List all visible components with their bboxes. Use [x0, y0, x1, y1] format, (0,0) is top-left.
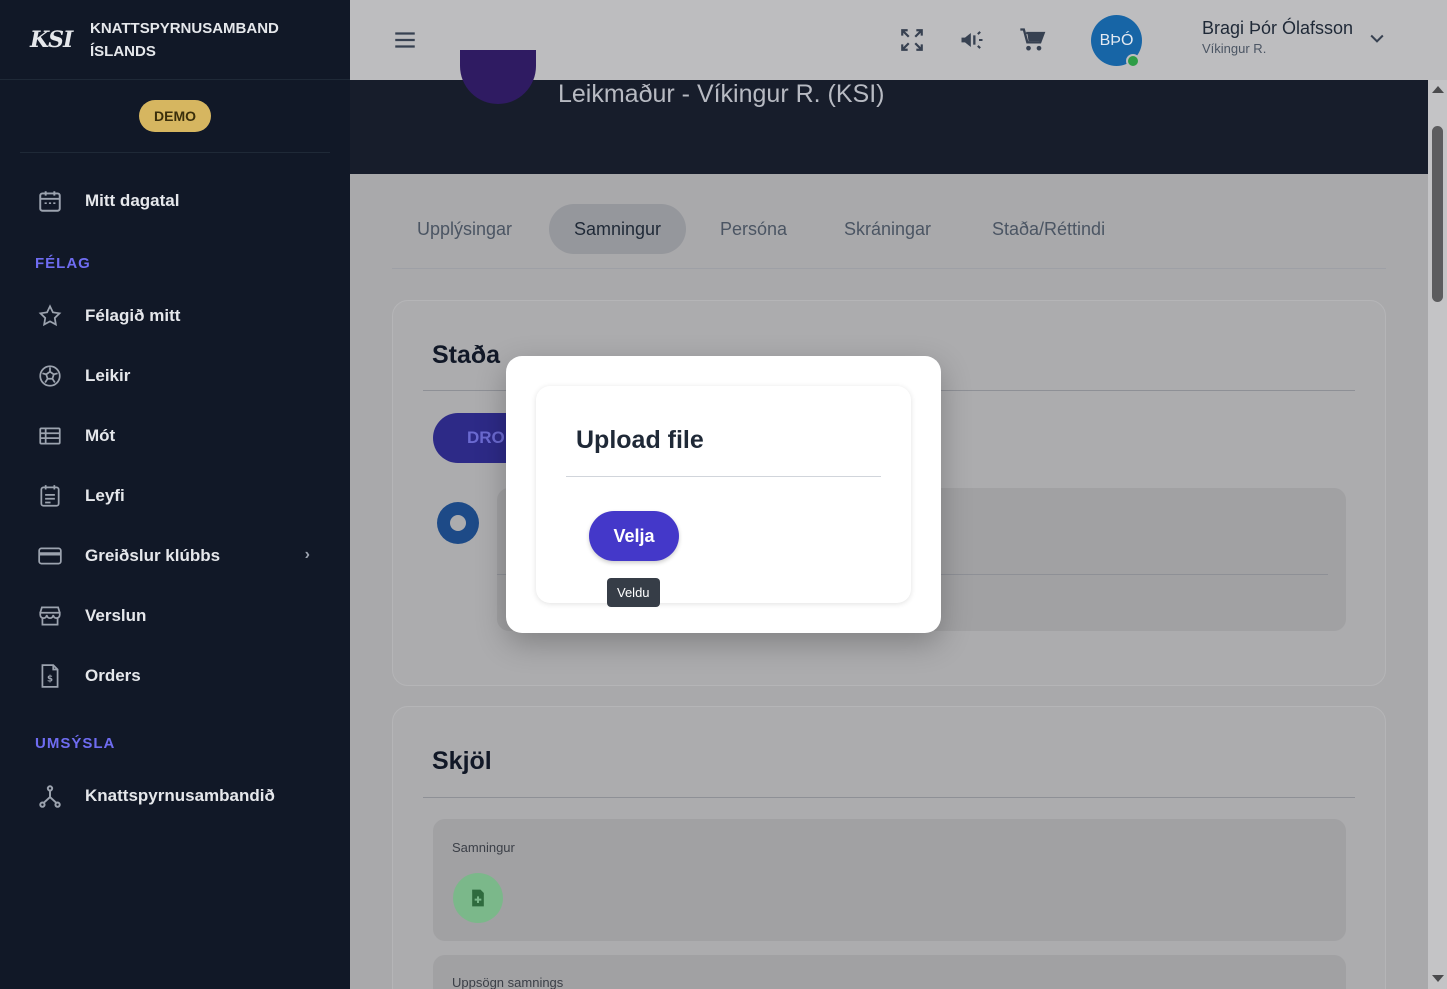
tab-label: Skráningar [844, 218, 932, 239]
tab-label: Upplýsingar [417, 218, 513, 239]
user-avatar[interactable]: BÞÓ [1091, 15, 1142, 68]
section-label-club: FÉLAG [35, 255, 91, 272]
add-document-button[interactable] [453, 873, 503, 923]
choose-file-tooltip: Veldu [607, 578, 660, 607]
sidebar-item-label: Orders [85, 666, 141, 685]
online-status-indicator [1126, 54, 1140, 68]
tab-label: Persóna [720, 218, 788, 239]
menu-button[interactable] [389, 24, 421, 56]
scrollbar-thumb[interactable] [1432, 126, 1443, 302]
demo-badge-wrap: DEMO [20, 80, 330, 153]
sidebar-item-label: Mitt dagatal [85, 191, 180, 210]
brand-name: KNATTSPYRNUSAMBAND ÍSLANDS [90, 17, 279, 63]
dialog-title: Upload file [576, 426, 704, 454]
documents-card-title: Skjöl [432, 747, 492, 775]
star-icon [38, 304, 62, 327]
sidebar-item-label: Knattspyrnusambandið [85, 786, 275, 805]
list-icon [39, 427, 61, 445]
upload-card: Upload file Velja Veldu [536, 386, 911, 607]
tab-status-rights[interactable]: Staða/Réttindi [967, 204, 1130, 254]
scroll-up-arrow-icon[interactable] [1432, 86, 1444, 93]
tab-person[interactable]: Persóna [695, 204, 812, 254]
page-scrollbar[interactable] [1428, 80, 1447, 989]
tab-label: Samningur [574, 218, 662, 239]
document-slot-termination: Uppsögn samnings [433, 955, 1346, 989]
sidebar-item-club-payments[interactable]: Greiðslur klúbbs › [0, 536, 350, 576]
sidebar-item-label: Mót [85, 426, 116, 445]
player-avatar [460, 50, 536, 104]
tab-label: Staða/Réttindi [992, 218, 1106, 239]
chevron-right-icon: › [304, 546, 310, 563]
sidebar-item-label: Félagið mitt [85, 306, 181, 325]
sidebar-item-federation[interactable]: Knattspyrnusambandið [0, 776, 350, 816]
sidebar-item-label: Greiðslur klúbbs [85, 546, 221, 565]
user-club: Víkingur R. [1202, 41, 1267, 56]
calendar-icon [39, 191, 61, 212]
brand-name-line1: KNATTSPYRNUSAMBAND [90, 19, 279, 37]
radio-dot [450, 515, 466, 531]
sidebar-item-label: Verslun [85, 606, 147, 625]
documents-card: Skjöl Samningur Uppsögn samnings [392, 706, 1386, 989]
divider [566, 476, 881, 477]
add-file-icon [472, 889, 484, 907]
avatar-initials: BÞÓ [1099, 31, 1134, 49]
status-card-title: Staða [432, 341, 501, 369]
status-radio[interactable] [437, 502, 479, 544]
cart-icon [1020, 28, 1046, 51]
ksi-logo: KSI [30, 26, 73, 53]
sidebar-item-tournaments[interactable]: Mót [0, 416, 350, 456]
svg-text:$: $ [47, 674, 53, 684]
megaphone-icon [961, 31, 983, 49]
document-slot-contract: Samningur [433, 819, 1346, 941]
player-header: Leikmaður - Víkingur R. (KSI) [350, 50, 1428, 174]
fullscreen-icon [901, 29, 923, 51]
user-menu-chevron-down-icon[interactable] [1367, 28, 1387, 52]
document-label: Uppsögn samnings [452, 975, 564, 989]
tab-contract[interactable]: Samningur [549, 204, 687, 254]
sidebar-item-matches[interactable]: Leikir [0, 356, 350, 396]
soccer-ball-icon [39, 365, 61, 387]
section-label-admin: UMSÝSLA [35, 735, 116, 752]
cart-button[interactable] [1016, 24, 1048, 56]
player-title: Leikmaður - Víkingur R. (KSI) [558, 80, 885, 108]
choose-file-button[interactable]: Velja [589, 511, 679, 561]
license-icon [40, 485, 60, 507]
sidebar: KSI KNATTSPYRNUSAMBAND ÍSLANDS DEMO Mitt… [0, 0, 350, 989]
sidebar-item-my-club[interactable]: Félagið mitt [0, 296, 350, 336]
demo-badge: DEMO [139, 100, 211, 132]
credit-card-icon [38, 547, 62, 565]
hierarchy-icon [39, 785, 61, 808]
sidebar-item-store[interactable]: Verslun [0, 596, 350, 636]
tab-info[interactable]: Upplýsingar [392, 204, 537, 254]
announcements-button[interactable] [956, 24, 988, 56]
tab-bar: Upplýsingar Samningur Persóna Skráningar… [392, 204, 1386, 269]
invoice-icon: $ [41, 664, 59, 688]
sidebar-item-label: Leyfi [85, 486, 125, 505]
tab-registrations[interactable]: Skráningar [819, 204, 956, 254]
user-name[interactable]: Bragi Þór Ólafsson [1202, 18, 1353, 39]
store-icon [39, 606, 61, 626]
divider [423, 797, 1355, 798]
brand-name-line2: ÍSLANDS [90, 42, 156, 60]
sidebar-item-licenses[interactable]: Leyfi [0, 476, 350, 516]
fullscreen-button[interactable] [896, 24, 928, 56]
hamburger-icon [395, 32, 415, 48]
upload-file-dialog: Upload file Velja Veldu [506, 356, 941, 633]
sidebar-item-label: Leikir [85, 366, 131, 385]
sidebar-item-orders[interactable]: $ Orders [0, 656, 350, 696]
document-label: Samningur [452, 840, 515, 855]
sidebar-item-calendar[interactable]: Mitt dagatal [0, 181, 350, 221]
brand-header[interactable]: KSI KNATTSPYRNUSAMBAND ÍSLANDS [0, 0, 350, 80]
scroll-down-arrow-icon[interactable] [1432, 975, 1444, 982]
